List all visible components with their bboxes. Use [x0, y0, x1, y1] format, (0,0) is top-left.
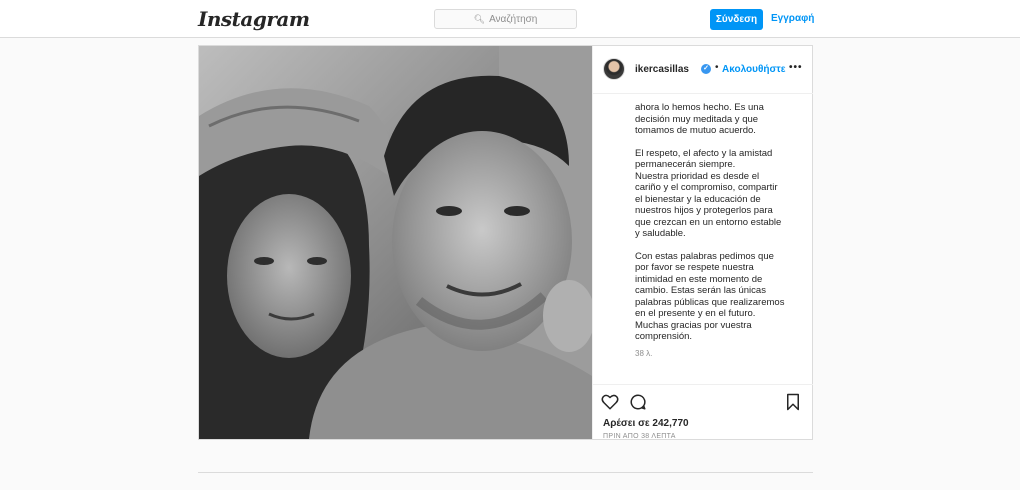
post-actions: Αρέσει σε 242,770 ΠΡΙΝ ΑΠΟ 38 ΛΕΠΤΑ: [593, 384, 813, 440]
photo-illustration: [199, 46, 592, 439]
post-sidebar: ikercasillas ✓ • Ακολουθήστε ••• ahora l…: [592, 46, 813, 440]
follow-button[interactable]: Ακολουθήστε: [722, 64, 786, 75]
author-username[interactable]: ikercasillas: [635, 64, 689, 75]
post-timestamp[interactable]: ΠΡΙΝ ΑΠΟ 38 ΛΕΠΤΑ: [603, 433, 676, 440]
avatar[interactable]: [603, 58, 625, 80]
caption-paragraph: ahora lo hemos hecho. Es una decisión mu…: [635, 102, 764, 136]
bookmark-icon[interactable]: [785, 393, 801, 411]
search-icon: 🔍︎: [473, 13, 486, 24]
more-options-icon[interactable]: •••: [789, 62, 803, 73]
signup-link[interactable]: Εγγραφή: [771, 13, 814, 24]
post-photo[interactable]: [199, 46, 592, 439]
instagram-logo[interactable]: Instagram: [198, 7, 310, 31]
caption-timestamp: 38 λ.: [635, 349, 653, 358]
post-card: ikercasillas ✓ • Ακολουθήστε ••• ahora l…: [198, 45, 813, 440]
login-button[interactable]: Σύνδεση: [710, 9, 763, 30]
verified-badge-icon: ✓: [701, 64, 711, 74]
likes-count[interactable]: Αρέσει σε 242,770: [603, 418, 689, 429]
heart-icon[interactable]: [601, 393, 619, 411]
search-input[interactable]: 🔍︎ Αναζήτηση: [434, 9, 577, 29]
caption-paragraph: Con estas palabras pedimos que por favor…: [635, 250, 785, 343]
caption-paragraph: El respeto, el afecto y la amistad perma…: [635, 147, 782, 240]
comment-icon[interactable]: [629, 393, 647, 411]
post-header: ikercasillas ✓ • Ακολουθήστε •••: [593, 46, 813, 94]
top-nav: Instagram 🔍︎ Αναζήτηση Σύνδεση Εγγραφή: [0, 0, 1020, 38]
section-divider: [198, 472, 813, 473]
separator-dot: •: [715, 62, 719, 73]
post-caption: ahora lo hemos hecho. Es una decisión mu…: [635, 96, 805, 376]
search-placeholder: Αναζήτηση: [489, 13, 538, 25]
